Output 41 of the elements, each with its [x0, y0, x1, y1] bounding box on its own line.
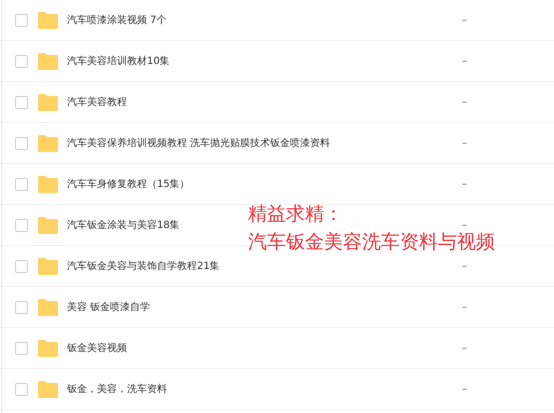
file-name[interactable]: 汽车美容保养培训视频教程 洗车抛光贴膜技术钣金喷漆资料: [67, 136, 462, 150]
folder-icon: [38, 176, 58, 192]
file-size: –: [462, 96, 467, 108]
caption-text: 汽车钣金美容洗车资料与视频: [248, 232, 495, 253]
caption-text: 精益求精：: [248, 204, 344, 225]
folder-icon: [38, 340, 58, 356]
folder-icon: [38, 52, 58, 70]
checkbox[interactable]: [15, 300, 28, 314]
folder-icon: [38, 298, 58, 316]
file-name[interactable]: 汽车美容培训教材10集: [67, 54, 462, 68]
checkbox[interactable]: [15, 218, 28, 232]
checkbox[interactable]: [15, 96, 28, 108]
file-name[interactable]: 汽车车身修复教程（15集）: [67, 177, 462, 191]
folder-icon: [38, 12, 58, 28]
file-name[interactable]: 钣金，美容，洗车资料: [67, 382, 462, 396]
checkbox[interactable]: [15, 382, 28, 396]
folder-icon: [38, 216, 58, 234]
folder-icon: [38, 380, 58, 398]
folder-icon: [38, 94, 58, 110]
checkbox[interactable]: [15, 342, 28, 354]
file-size: –: [462, 384, 467, 394]
file-name[interactable]: 汽车美容教程: [67, 95, 462, 109]
file-size: –: [462, 302, 467, 312]
checkbox[interactable]: [15, 178, 28, 190]
file-size: –: [462, 260, 467, 272]
file-size: –: [462, 342, 467, 354]
checkbox[interactable]: [15, 14, 28, 26]
file-name[interactable]: 汽车喷漆涂装视频 7个: [67, 13, 462, 27]
file-name[interactable]: 汽车钣金美容与装饰自学教程21集: [67, 259, 462, 273]
checkbox[interactable]: [15, 54, 28, 68]
file-size: –: [462, 138, 467, 148]
file-size: –: [462, 14, 467, 26]
file-size: –: [462, 178, 467, 190]
checkbox[interactable]: [15, 260, 28, 272]
folder-icon: [38, 258, 58, 274]
folder-icon: [38, 134, 58, 152]
checkbox[interactable]: [15, 136, 28, 150]
file-size: –: [462, 220, 467, 230]
file-name[interactable]: 钣金美容视频: [67, 341, 462, 355]
file-name[interactable]: 美容 钣金喷漆自学: [67, 300, 462, 314]
file-size: –: [462, 56, 467, 66]
